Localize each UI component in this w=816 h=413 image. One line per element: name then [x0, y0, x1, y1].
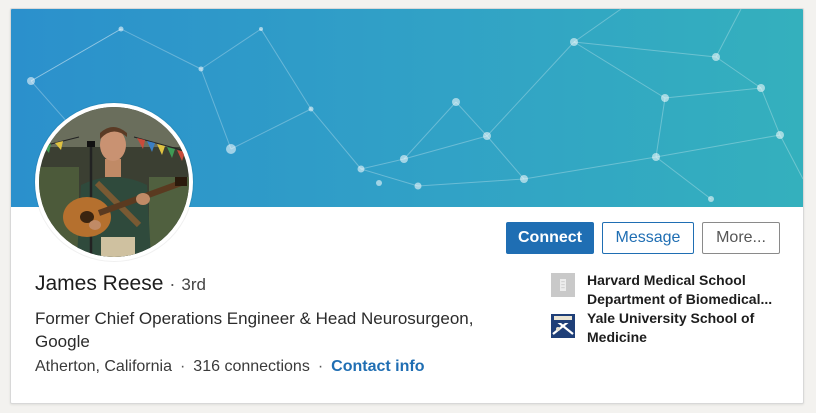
connection-degree: 3rd — [181, 275, 206, 294]
meta-separator: · — [317, 358, 324, 375]
education-name: Harvard Medical School Department of Bio… — [587, 272, 773, 307]
message-button[interactable]: Message — [602, 222, 694, 254]
profile-headline: Former Chief Operations Engineer & Head … — [35, 309, 474, 351]
avatar-photo — [39, 107, 189, 257]
contact-info-link[interactable]: Contact info — [331, 358, 424, 375]
profile-location: Atherton, California — [35, 358, 172, 375]
profile-name: James Reese — [35, 272, 164, 295]
meta-separator: · — [179, 358, 186, 375]
profile-card: Connect Message More... James Reese · 3rd … — [10, 8, 804, 404]
education-name: Yale University School of Medicine — [587, 310, 755, 345]
profile-meta: Atherton, California · 316 connections · Con… — [35, 358, 424, 376]
more-button[interactable]: More... — [702, 222, 780, 254]
connect-button[interactable]: Connect — [506, 222, 594, 254]
building-icon — [551, 273, 575, 297]
yale-shield-icon — [551, 314, 575, 338]
profile-name-line: James Reese · 3rd — [35, 272, 206, 296]
name-separator: · — [169, 274, 176, 294]
profile-connections[interactable]: 316 connections — [193, 358, 310, 375]
profile-avatar[interactable] — [35, 103, 193, 261]
